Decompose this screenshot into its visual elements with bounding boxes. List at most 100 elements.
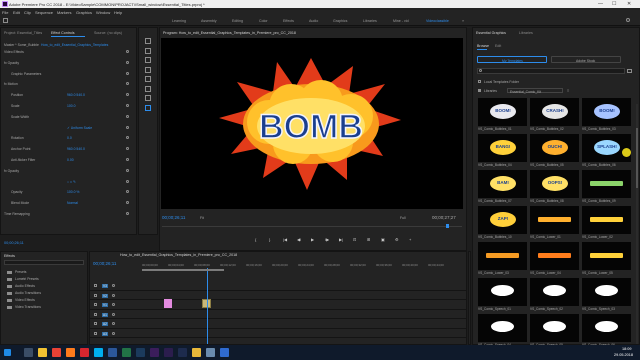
track-lock-icon[interactable]: [94, 293, 97, 297]
keyframe-reset-icon[interactable]: [126, 158, 129, 161]
keyframe-reset-icon[interactable]: [126, 190, 129, 194]
subtab-browse[interactable]: Browse: [477, 44, 489, 48]
maximize-button[interactable]: ☐: [612, 1, 616, 7]
workspace-libraries[interactable]: Libraries: [363, 19, 377, 23]
template-thumbnail[interactable]: [530, 314, 579, 342]
keyframe-reset-icon[interactable]: [126, 50, 129, 53]
home-icon[interactable]: [3, 18, 8, 23]
transport-button[interactable]: ▣: [381, 237, 385, 242]
template-thumbnail[interactable]: CRASH!: [530, 98, 579, 126]
keyframe-reset-icon[interactable]: [126, 114, 129, 118]
track-lock-icon[interactable]: [94, 331, 97, 335]
menu-graphics[interactable]: Graphics: [76, 10, 92, 15]
menu-sequence[interactable]: Sequence: [35, 10, 53, 15]
skype-icon[interactable]: [94, 348, 103, 357]
transport-button[interactable]: I▶: [325, 237, 329, 242]
template-search-input[interactable]: [477, 68, 625, 74]
tab-essential-graphics[interactable]: Essential Graphics: [476, 31, 506, 35]
timeline-tab[interactable]: How_to_edit_Essential_Graphics_Templates…: [120, 253, 237, 257]
subtab-edit[interactable]: Edit: [495, 44, 501, 48]
workspace-more-icon[interactable]: »: [462, 18, 464, 23]
workspace-editing[interactable]: Editing: [232, 19, 243, 23]
template-scroll-thumb[interactable]: [636, 128, 638, 188]
effect-row-value[interactable]: 100.0 %: [67, 190, 79, 194]
pen-tool-icon[interactable]: [145, 85, 151, 92]
menu-markers[interactable]: Markers: [57, 10, 71, 15]
media-encoder-icon[interactable]: [178, 348, 187, 357]
workspace-videoclassible[interactable]: Videoclassible: [426, 19, 449, 23]
track-lock-icon[interactable]: [94, 312, 97, 316]
timeline-clip-pink[interactable]: [164, 299, 172, 308]
menu-window[interactable]: Window: [96, 10, 110, 15]
hand-tool-icon[interactable]: [145, 95, 151, 101]
effects-search-box[interactable]: [4, 260, 84, 265]
template-thumbnail[interactable]: [530, 206, 579, 234]
keyframe-reset-icon[interactable]: [126, 82, 129, 86]
effect-row-value[interactable]: 0.0: [67, 136, 72, 140]
excel-icon[interactable]: [122, 348, 131, 357]
checkbox-local-folder[interactable]: [478, 80, 481, 83]
template-thumbnail[interactable]: [582, 170, 631, 198]
library-dropdown[interactable]: Essential_Comic_Kit: [507, 88, 563, 94]
transport-button[interactable]: +: [409, 237, 411, 242]
keyframe-reset-icon[interactable]: [126, 71, 129, 75]
panel-menu-icon[interactable]: ≡: [567, 88, 569, 93]
menu-help[interactable]: Help: [114, 10, 122, 15]
track-toggle-icon[interactable]: [112, 312, 115, 316]
search-icon[interactable]: [626, 18, 630, 22]
template-thumbnail[interactable]: BOOM!: [582, 98, 631, 126]
close-button[interactable]: ✕: [627, 1, 631, 7]
transport-button[interactable]: |◀: [283, 237, 287, 242]
checkbox-libraries[interactable]: [478, 89, 481, 92]
my-templates-button[interactable]: My Templates: [477, 56, 547, 63]
after-effects-icon[interactable]: [164, 348, 173, 357]
program-current-time[interactable]: 00;00;26;11: [162, 215, 185, 220]
timeline-work-area[interactable]: [142, 269, 224, 271]
keyframe-reset-icon[interactable]: [126, 104, 129, 107]
sequence-clip-label[interactable]: How_to_edit_Essential_Graphics_Templates: [41, 43, 108, 47]
new-folder-icon[interactable]: [627, 69, 632, 73]
adobe-stock-button[interactable]: Adobe Stock: [551, 56, 621, 63]
workspace-mine[interactable]: Mine - vid: [393, 19, 409, 23]
keyframe-reset-icon[interactable]: [126, 125, 129, 129]
transport-button[interactable]: ⚙: [395, 237, 399, 242]
transport-button[interactable]: ◀I: [297, 237, 301, 242]
template-thumbnail[interactable]: [582, 206, 631, 234]
track-lock-icon[interactable]: [94, 322, 97, 325]
keyframe-reset-icon[interactable]: [126, 179, 129, 183]
type-tool-icon[interactable]: [145, 104, 151, 111]
selection-tool-icon[interactable]: [145, 38, 151, 44]
track-toggle-icon[interactable]: [112, 293, 115, 297]
transport-button[interactable]: ▶: [311, 237, 314, 242]
template-thumbnail[interactable]: ZAP!: [478, 206, 527, 234]
menu-file[interactable]: File: [2, 10, 8, 15]
quality-dropdown[interactable]: Full: [400, 216, 405, 220]
slip-tool-icon[interactable]: [145, 76, 151, 82]
fit-dropdown[interactable]: Fit: [200, 216, 204, 220]
template-thumbnail[interactable]: BAM!: [478, 170, 527, 198]
keyframe-reset-icon[interactable]: [126, 60, 129, 64]
tab-effect-controls[interactable]: Effect Controls: [51, 31, 75, 35]
template-thumbnail[interactable]: OUCH!: [530, 134, 579, 162]
workspace-graphics[interactable]: Graphics: [333, 19, 347, 23]
task-view-icon[interactable]: [24, 348, 33, 357]
notepad-icon[interactable]: [206, 348, 215, 357]
effect-row-value[interactable]: ✓ Uniform Scale: [67, 126, 92, 130]
track-select-icon[interactable]: [145, 47, 151, 54]
keyframe-reset-icon[interactable]: [126, 212, 129, 215]
effect-row-value[interactable]: 100.0: [67, 104, 76, 108]
template-thumbnail[interactable]: OOPS!: [530, 170, 579, 198]
transport-button[interactable]: ⊞: [367, 237, 370, 242]
menu-edit[interactable]: Edit: [13, 10, 20, 15]
windows-start-icon[interactable]: [4, 349, 11, 356]
workspace-color[interactable]: Color: [259, 19, 268, 23]
minimize-button[interactable]: —: [598, 1, 603, 7]
effect-row-value[interactable]: 960.0 540.0: [67, 147, 85, 151]
track-lock-icon[interactable]: [94, 303, 97, 306]
keyframe-reset-icon[interactable]: [126, 168, 129, 172]
template-thumbnail[interactable]: BANG!: [478, 134, 527, 162]
track-toggle-icon[interactable]: [112, 303, 115, 306]
workspace-effects[interactable]: Effects: [283, 19, 294, 23]
program-scrub-bar[interactable]: [162, 226, 462, 227]
ripple-edit-icon[interactable]: [145, 57, 151, 63]
